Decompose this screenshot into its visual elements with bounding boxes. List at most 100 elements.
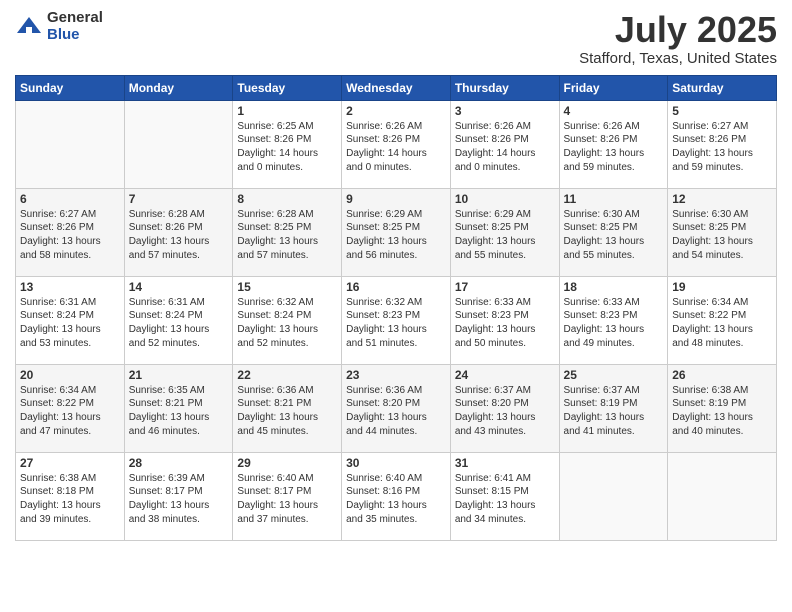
table-row	[124, 100, 233, 188]
day-number: 2	[346, 104, 446, 118]
day-number: 18	[564, 280, 664, 294]
location-title: Stafford, Texas, United States	[579, 50, 777, 67]
day-number: 20	[20, 368, 120, 382]
table-row: 30Sunrise: 6:40 AM Sunset: 8:16 PM Dayli…	[342, 452, 451, 540]
calendar-week-row: 1 Sunrise: 6:25 AM Sunset: 8:26 PM Daylig…	[16, 100, 777, 188]
table-row	[668, 452, 777, 540]
calendar-week-row: 27 Sunrise: 6:38 AM Sunset: 8:18 PM Dayli…	[16, 452, 777, 540]
table-row: 5 Sunrise: 6:27 AM Sunset: 8:26 PM Daylig…	[668, 100, 777, 188]
table-row: 29 Sunrise: 6:40 AM Sunset: 8:17 PM Dayli…	[233, 452, 342, 540]
table-row: 16 Sunrise: 6:32 AM Sunset: 8:23 PM Dayli…	[342, 276, 451, 364]
day-info: Sunrise: 6:31 AM Sunset: 8:24 PM Dayligh…	[129, 296, 229, 351]
day-number: 14	[129, 280, 229, 294]
table-row: 13 Sunrise: 6:31 AM Sunset: 8:24 PM Dayli…	[16, 276, 125, 364]
logo-general-text: General	[47, 10, 103, 27]
day-info: Sunrise: 6:41 AM Sunset: 8:15 PM Dayligh…	[455, 472, 555, 527]
table-row: 10Sunrise: 6:29 AM Sunset: 8:25 PM Dayli…	[450, 188, 559, 276]
day-info: Sunrise: 6:27 AM Sunset: 8:26 PM Dayligh…	[20, 208, 120, 263]
day-info: Sunrise: 6:34 AM Sunset: 8:22 PM Dayligh…	[20, 384, 120, 439]
day-number: 21	[129, 368, 229, 382]
day-number: 15	[237, 280, 337, 294]
table-row: 23 Sunrise: 6:36 AM Sunset: 8:20 PM Dayli…	[342, 364, 451, 452]
day-number: 24	[455, 368, 555, 382]
logo-icon	[15, 13, 43, 41]
day-number: 7	[129, 192, 229, 206]
table-row: 1 Sunrise: 6:25 AM Sunset: 8:26 PM Daylig…	[233, 100, 342, 188]
day-info: Sunrise: 6:25 AM Sunset: 8:26 PM Dayligh…	[237, 120, 337, 175]
col-saturday: Saturday	[668, 75, 777, 100]
table-row: 18Sunrise: 6:33 AM Sunset: 8:23 PM Dayli…	[559, 276, 668, 364]
table-row: 4 Sunrise: 6:26 AM Sunset: 8:26 PM Daylig…	[559, 100, 668, 188]
table-row	[16, 100, 125, 188]
col-friday: Friday	[559, 75, 668, 100]
day-info: Sunrise: 6:34 AM Sunset: 8:22 PM Dayligh…	[672, 296, 772, 351]
day-info: Sunrise: 6:28 AM Sunset: 8:26 PM Dayligh…	[129, 208, 229, 263]
table-row: 7 Sunrise: 6:28 AM Sunset: 8:26 PM Daylig…	[124, 188, 233, 276]
day-info: Sunrise: 6:31 AM Sunset: 8:24 PM Dayligh…	[20, 296, 120, 351]
day-number: 19	[672, 280, 772, 294]
day-number: 17	[455, 280, 555, 294]
day-number: 5	[672, 104, 772, 118]
calendar-week-row: 20 Sunrise: 6:34 AM Sunset: 8:22 PM Dayli…	[16, 364, 777, 452]
day-info: Sunrise: 6:37 AM Sunset: 8:19 PM Dayligh…	[564, 384, 664, 439]
col-sunday: Sunday	[16, 75, 125, 100]
day-number: 11	[564, 192, 664, 206]
title-block: July 2025 Stafford, Texas, United States	[579, 10, 777, 67]
table-row: 31 Sunrise: 6:41 AM Sunset: 8:15 PM Dayli…	[450, 452, 559, 540]
day-info: Sunrise: 6:26 AM Sunset: 8:26 PM Dayligh…	[346, 120, 446, 175]
day-info: Sunrise: 6:37 AM Sunset: 8:20 PM Dayligh…	[455, 384, 555, 439]
calendar-header-row: Sunday Monday Tuesday Wednesday Thursday…	[16, 75, 777, 100]
day-number: 22	[237, 368, 337, 382]
table-row: 9Sunrise: 6:29 AM Sunset: 8:25 PM Daylig…	[342, 188, 451, 276]
table-row: 25 Sunrise: 6:37 AM Sunset: 8:19 PM Dayli…	[559, 364, 668, 452]
day-number: 27	[20, 456, 120, 470]
day-info: Sunrise: 6:39 AM Sunset: 8:17 PM Dayligh…	[129, 472, 229, 527]
calendar-table: Sunday Monday Tuesday Wednesday Thursday…	[15, 75, 777, 541]
logo-blue-text: Blue	[47, 27, 103, 44]
day-info: Sunrise: 6:27 AM Sunset: 8:26 PM Dayligh…	[672, 120, 772, 175]
table-row: 14 Sunrise: 6:31 AM Sunset: 8:24 PM Dayli…	[124, 276, 233, 364]
day-info: Sunrise: 6:30 AM Sunset: 8:25 PM Dayligh…	[672, 208, 772, 263]
col-thursday: Thursday	[450, 75, 559, 100]
day-info: Sunrise: 6:40 AM Sunset: 8:16 PM Dayligh…	[346, 472, 446, 527]
table-row	[559, 452, 668, 540]
day-info: Sunrise: 6:38 AM Sunset: 8:18 PM Dayligh…	[20, 472, 120, 527]
day-info: Sunrise: 6:36 AM Sunset: 8:20 PM Dayligh…	[346, 384, 446, 439]
day-info: Sunrise: 6:26 AM Sunset: 8:26 PM Dayligh…	[455, 120, 555, 175]
day-number: 26	[672, 368, 772, 382]
day-info: Sunrise: 6:35 AM Sunset: 8:21 PM Dayligh…	[129, 384, 229, 439]
day-info: Sunrise: 6:29 AM Sunset: 8:25 PM Dayligh…	[346, 208, 446, 263]
table-row: 15 Sunrise: 6:32 AM Sunset: 8:24 PM Dayli…	[233, 276, 342, 364]
table-row: 22Sunrise: 6:36 AM Sunset: 8:21 PM Dayli…	[233, 364, 342, 452]
day-info: Sunrise: 6:40 AM Sunset: 8:17 PM Dayligh…	[237, 472, 337, 527]
day-info: Sunrise: 6:26 AM Sunset: 8:26 PM Dayligh…	[564, 120, 664, 175]
day-number: 3	[455, 104, 555, 118]
day-number: 29	[237, 456, 337, 470]
header: General Blue July 2025 Stafford, Texas, …	[15, 10, 777, 67]
table-row: 24 Sunrise: 6:37 AM Sunset: 8:20 PM Dayli…	[450, 364, 559, 452]
day-number: 1	[237, 104, 337, 118]
col-tuesday: Tuesday	[233, 75, 342, 100]
col-monday: Monday	[124, 75, 233, 100]
table-row: 19 Sunrise: 6:34 AM Sunset: 8:22 PM Dayli…	[668, 276, 777, 364]
table-row: 8 Sunrise: 6:28 AM Sunset: 8:25 PM Daylig…	[233, 188, 342, 276]
day-info: Sunrise: 6:33 AM Sunset: 8:23 PM Dayligh…	[455, 296, 555, 351]
day-info: Sunrise: 6:30 AM Sunset: 8:25 PM Dayligh…	[564, 208, 664, 263]
day-number: 31	[455, 456, 555, 470]
day-number: 4	[564, 104, 664, 118]
day-number: 16	[346, 280, 446, 294]
day-number: 8	[237, 192, 337, 206]
day-number: 13	[20, 280, 120, 294]
table-row: 11 Sunrise: 6:30 AM Sunset: 8:25 PM Dayli…	[559, 188, 668, 276]
table-row: 3 Sunrise: 6:26 AM Sunset: 8:26 PM Daylig…	[450, 100, 559, 188]
table-row: 17 Sunrise: 6:33 AM Sunset: 8:23 PM Dayli…	[450, 276, 559, 364]
table-row: 26 Sunrise: 6:38 AM Sunset: 8:19 PM Dayli…	[668, 364, 777, 452]
day-info: Sunrise: 6:28 AM Sunset: 8:25 PM Dayligh…	[237, 208, 337, 263]
day-info: Sunrise: 6:32 AM Sunset: 8:23 PM Dayligh…	[346, 296, 446, 351]
col-wednesday: Wednesday	[342, 75, 451, 100]
day-number: 23	[346, 368, 446, 382]
day-info: Sunrise: 6:32 AM Sunset: 8:24 PM Dayligh…	[237, 296, 337, 351]
day-info: Sunrise: 6:38 AM Sunset: 8:19 PM Dayligh…	[672, 384, 772, 439]
logo: General Blue	[15, 10, 103, 43]
day-number: 25	[564, 368, 664, 382]
